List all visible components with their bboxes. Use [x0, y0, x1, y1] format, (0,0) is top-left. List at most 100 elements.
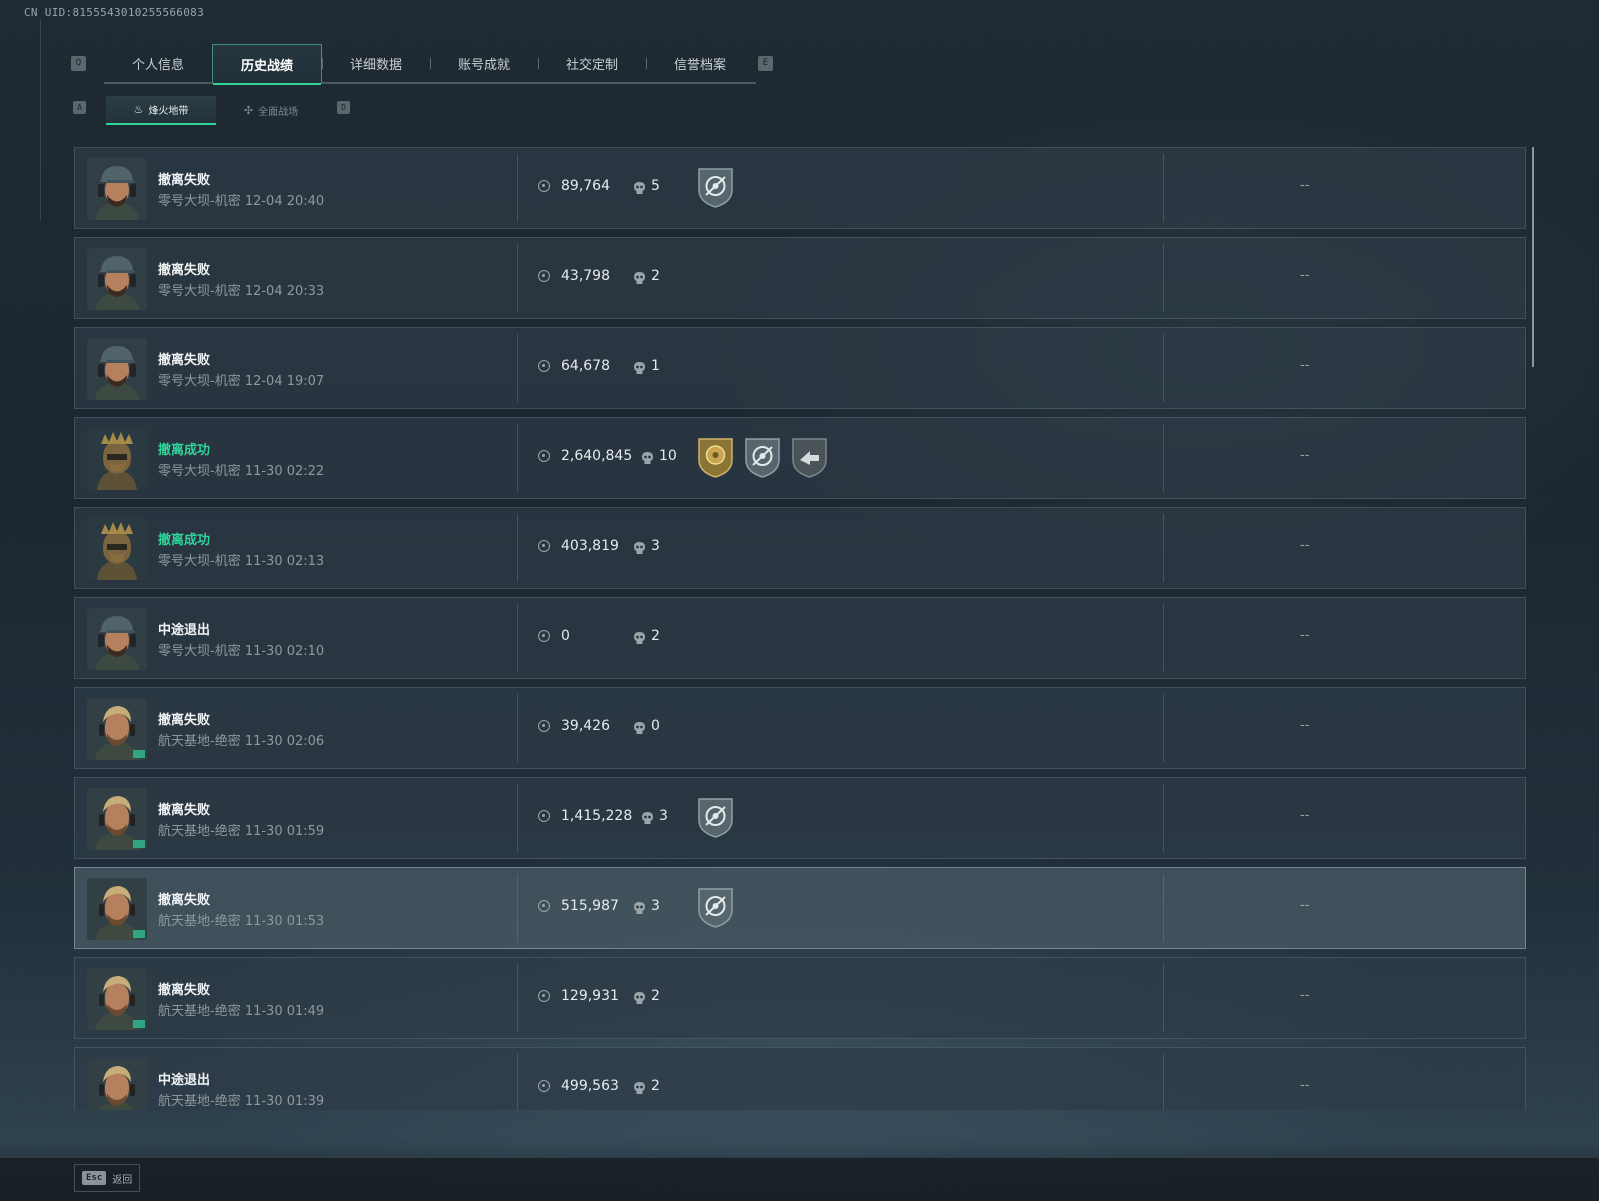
list-scrollbar[interactable]	[1532, 147, 1534, 367]
match-history-list[interactable]: 撤离失败 零号大坝-机密 12-04 20:40 89,764 5 -- 撤离失败 零号…	[74, 147, 1526, 1110]
match-status: 撤离失败	[158, 263, 211, 278]
prev-tab-key-hint[interactable]: Q	[71, 56, 86, 71]
player-uid: CN UID:8155543010255566083	[24, 6, 204, 19]
loot-value-icon	[538, 720, 550, 732]
column-divider	[517, 424, 518, 492]
kill-count: 2	[651, 628, 660, 644]
match-map-time: 零号大坝-机密 11-30 02:22	[158, 464, 325, 479]
match-badges	[697, 436, 828, 482]
column-divider	[1163, 244, 1164, 312]
match-row[interactable]: 撤离失败 航天基地-绝密 11-30 01:53 515,987 3 --	[74, 867, 1526, 949]
operator-avatar	[87, 158, 147, 220]
tab-5[interactable]: 信誉档案	[646, 44, 754, 82]
loot-value: 0	[561, 628, 570, 644]
mode-tab-label: 全面战场	[258, 107, 299, 118]
column-divider	[517, 154, 518, 222]
loot-value-icon	[538, 540, 550, 552]
column-divider	[517, 604, 518, 672]
tab-4[interactable]: 社交定制	[538, 44, 646, 82]
match-status: 中途退出	[158, 623, 211, 638]
match-row[interactable]: 撤离失败 航天基地-绝密 11-30 01:49 129,931 2 --	[74, 957, 1526, 1039]
match-status: 撤离失败	[158, 173, 211, 188]
column-divider	[517, 334, 518, 402]
match-row[interactable]: 撤离成功 零号大坝-机密 11-30 02:13 403,819 3 --	[74, 507, 1526, 589]
extra-info: --	[1300, 448, 1310, 463]
kills-skull-icon	[634, 540, 645, 554]
match-row[interactable]: 中途退出 航天基地-绝密 11-30 01:39 499,563 2 --	[74, 1047, 1526, 1110]
shield-target-badge-icon[interactable]	[697, 796, 734, 842]
extra-info: --	[1300, 988, 1310, 1003]
back-label: 返回	[112, 1174, 133, 1186]
loot-value: 499,563	[561, 1078, 619, 1094]
column-divider	[517, 694, 518, 762]
battlefield-icon: ✣	[243, 104, 254, 117]
column-divider	[1163, 334, 1164, 402]
match-row[interactable]: 撤离失败 航天基地-绝密 11-30 02:06 39,426 0 --	[74, 687, 1526, 769]
match-row[interactable]: 撤离失败 零号大坝-机密 12-04 20:33 43,798 2 --	[74, 237, 1526, 319]
footer-bar	[0, 1157, 1599, 1201]
kills-skull-icon	[642, 810, 653, 824]
prev-mode-key-hint[interactable]: A	[73, 101, 86, 114]
loot-value: 403,819	[561, 538, 619, 554]
column-divider	[1163, 604, 1164, 672]
extra-info: --	[1300, 538, 1310, 553]
kill-count: 2	[651, 988, 660, 1004]
column-divider	[1163, 154, 1164, 222]
match-row[interactable]: 撤离成功 零号大坝-机密 11-30 02:22 2,640,845 10 --	[74, 417, 1526, 499]
match-status: 撤离失败	[158, 713, 211, 728]
match-map-time: 航天基地-绝密 11-30 01:53	[158, 914, 325, 929]
mode-tab-1[interactable]: ✣ 全面战场	[216, 96, 326, 125]
operator-avatar	[87, 608, 147, 670]
loot-value-icon	[538, 630, 550, 642]
shield-arrow-badge-icon[interactable]	[791, 436, 828, 482]
tab-1[interactable]: 历史战绩	[212, 44, 322, 85]
tab-3[interactable]: 账号成就	[430, 44, 538, 82]
gold-medal-badge-icon[interactable]	[697, 436, 734, 482]
shield-target-badge-icon[interactable]	[697, 886, 734, 932]
kills-skull-icon	[634, 900, 645, 914]
kill-count: 3	[651, 538, 660, 554]
extra-info: --	[1300, 718, 1310, 733]
match-badges	[697, 166, 734, 212]
kills-skull-icon	[634, 360, 645, 374]
loot-value-icon	[538, 360, 550, 372]
match-status: 中途退出	[158, 1073, 211, 1088]
match-status: 撤离失败	[158, 353, 211, 368]
column-divider	[1163, 874, 1164, 942]
column-divider	[517, 244, 518, 312]
column-divider	[517, 964, 518, 1032]
extra-info: --	[1300, 1078, 1310, 1093]
match-row[interactable]: 撤离失败 零号大坝-机密 12-04 20:40 89,764 5 --	[74, 147, 1526, 229]
operator-avatar	[87, 518, 147, 580]
kill-count: 2	[651, 268, 660, 284]
operator-avatar	[87, 788, 147, 850]
kill-count: 0	[651, 718, 660, 734]
column-divider	[1163, 694, 1164, 762]
shield-target-badge-icon[interactable]	[744, 436, 781, 482]
shield-target-badge-icon[interactable]	[697, 166, 734, 212]
back-button[interactable]: Esc 返回	[74, 1164, 140, 1192]
next-tab-key-hint[interactable]: E	[758, 56, 773, 71]
match-row[interactable]: 中途退出 零号大坝-机密 11-30 02:10 0 2 --	[74, 597, 1526, 679]
loot-value: 39,426	[561, 718, 610, 734]
loot-value-icon	[538, 900, 550, 912]
kill-count: 5	[651, 178, 660, 194]
loot-value: 2,640,845	[561, 448, 633, 464]
column-divider	[1163, 784, 1164, 852]
loot-value: 89,764	[561, 178, 610, 194]
match-map-time: 零号大坝-机密 11-30 02:10	[158, 644, 325, 659]
kills-skull-icon	[634, 180, 645, 194]
match-map-time: 零号大坝-机密 12-04 19:07	[158, 374, 325, 389]
mode-tab-0[interactable]: ♨ 烽火地带	[106, 96, 216, 125]
loot-value-icon	[538, 180, 550, 192]
tab-2[interactable]: 详细数据	[322, 44, 430, 82]
match-map-time: 航天基地-绝密 11-30 01:49	[158, 1004, 325, 1019]
column-divider	[517, 514, 518, 582]
tab-0[interactable]: 个人信息	[104, 44, 212, 82]
match-row[interactable]: 撤离失败 零号大坝-机密 12-04 19:07 64,678 1 --	[74, 327, 1526, 409]
loot-value: 129,931	[561, 988, 619, 1004]
column-divider	[517, 874, 518, 942]
next-mode-key-hint[interactable]: D	[337, 101, 350, 114]
kills-skull-icon	[634, 990, 645, 1004]
match-row[interactable]: 撤离失败 航天基地-绝密 11-30 01:59 1,415,228 3 --	[74, 777, 1526, 859]
